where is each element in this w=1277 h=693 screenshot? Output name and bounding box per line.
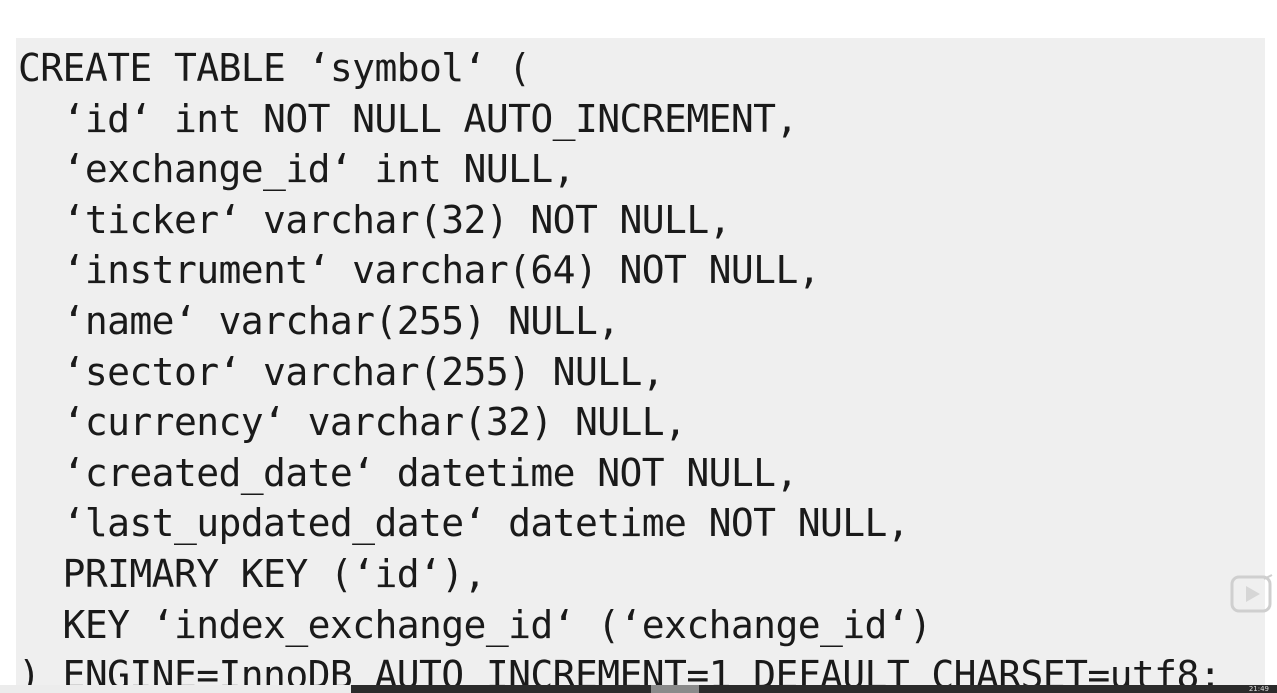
code-line: ‘currency‘ varchar(32) NULL, — [18, 400, 687, 445]
code-line: CREATE TABLE ‘symbol‘ ( — [18, 46, 531, 90]
code-line: ‘last_updated_date‘ datetime NOT NULL, — [18, 501, 910, 546]
code-panel: CREATE TABLE ‘symbol‘ ( ‘id‘ int NOT NUL… — [16, 38, 1268, 690]
code-line: ‘ticker‘ varchar(32) NOT NULL, — [18, 197, 732, 242]
top-margin — [0, 0, 1277, 40]
sql-code-block: CREATE TABLE ‘symbol‘ ( ‘id‘ int NOT NUL… — [18, 43, 1222, 690]
code-line: ‘id‘ int NOT NULL AUTO_INCREMENT, — [18, 96, 799, 141]
code-line: KEY ‘index_exchange_id‘ (‘exchange_id‘) — [18, 602, 932, 647]
play-icon — [1230, 574, 1273, 613]
video-progress-bar[interactable]: 21:49 — [0, 685, 1277, 693]
progress-played — [0, 685, 352, 693]
code-line: ‘instrument‘ varchar(64) NOT NULL, — [18, 248, 821, 293]
code-line: ‘name‘ varchar(255) NULL, — [18, 298, 621, 343]
progress-buffered — [651, 685, 699, 693]
time-readout: 21:49 — [1248, 685, 1269, 693]
code-line: PRIMARY KEY (‘id‘), — [18, 551, 487, 596]
code-line: ‘exchange_id‘ int NULL, — [18, 147, 576, 192]
code-line: ‘sector‘ varchar(255) NULL, — [18, 349, 665, 394]
code-line: ‘created_date‘ datetime NOT NULL, — [18, 450, 799, 495]
play-button[interactable] — [1229, 570, 1277, 622]
video-frame: CREATE TABLE ‘symbol‘ ( ‘id‘ int NOT NUL… — [0, 0, 1277, 693]
